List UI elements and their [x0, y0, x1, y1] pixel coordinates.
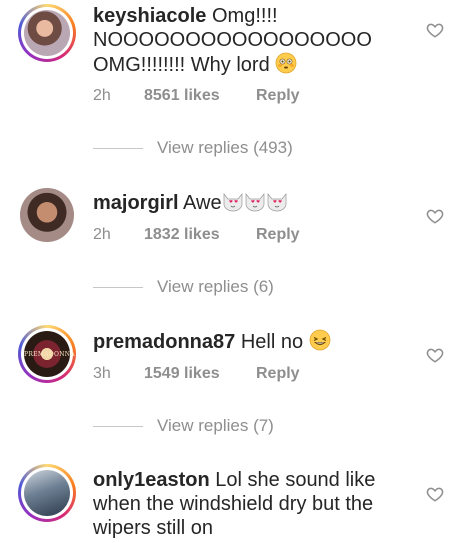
- comment-text: only1easton Lol she sound like when the …: [93, 468, 413, 540]
- like-heart-icon[interactable]: [426, 346, 444, 364]
- heart-eyes-cat-icon: [222, 190, 288, 218]
- avatar[interactable]: [20, 188, 74, 242]
- view-replies-button[interactable]: View replies (7): [93, 416, 274, 436]
- laughing-face-icon: [309, 329, 331, 357]
- reply-button[interactable]: Reply: [256, 365, 300, 383]
- comment-meta: 3h 1549 likes Reply: [93, 365, 300, 383]
- like-heart-icon[interactable]: [426, 485, 444, 503]
- likes-count[interactable]: 8561 likes: [144, 87, 256, 105]
- comment-body: Hell no: [240, 331, 304, 353]
- comment-text: premadonna87 Hell no: [93, 329, 413, 357]
- comment-time: 3h: [93, 365, 111, 382]
- username[interactable]: premadonna87: [93, 331, 235, 353]
- avatar[interactable]: PREMADONNA: [18, 325, 76, 383]
- comment-meta: 2h 8561 likes Reply: [93, 87, 300, 105]
- reply-button[interactable]: Reply: [256, 87, 300, 105]
- avatar[interactable]: [18, 4, 76, 62]
- comment-meta: 2h 1832 likes Reply: [93, 226, 300, 244]
- divider: [93, 147, 143, 149]
- username[interactable]: majorgirl: [93, 192, 179, 214]
- divider: [93, 286, 143, 288]
- likes-count[interactable]: 1549 likes: [144, 365, 256, 383]
- view-replies-button[interactable]: View replies (493): [93, 138, 293, 158]
- avatar[interactable]: [18, 464, 76, 522]
- view-replies-label: View replies (493): [157, 138, 293, 157]
- view-replies-button[interactable]: View replies (6): [93, 277, 274, 297]
- like-heart-icon[interactable]: [426, 21, 444, 39]
- like-heart-icon[interactable]: [426, 207, 444, 225]
- comment-text: keyshiacole Omg!!!! NOOOOOOOOOOOOOOOOO O…: [93, 4, 413, 80]
- flushed-face-icon: [275, 52, 297, 80]
- comment-time: 2h: [93, 226, 111, 243]
- likes-count[interactable]: 1832 likes: [144, 226, 256, 244]
- username[interactable]: only1easton: [93, 469, 210, 491]
- avatar-text: PREMADONNA: [24, 351, 75, 358]
- comment-time: 2h: [93, 87, 111, 104]
- username[interactable]: keyshiacole: [93, 5, 206, 27]
- divider: [93, 425, 143, 427]
- comment-text: majorgirl Awe: [93, 190, 413, 218]
- view-replies-label: View replies (6): [157, 277, 274, 296]
- comment-body: Awe: [183, 192, 222, 214]
- view-replies-label: View replies (7): [157, 416, 274, 435]
- reply-button[interactable]: Reply: [256, 226, 300, 244]
